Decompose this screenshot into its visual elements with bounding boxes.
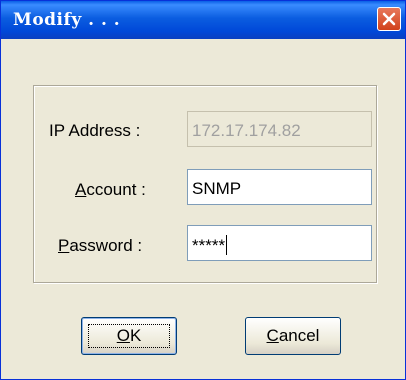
dialog-title: Modify . . . <box>13 10 121 30</box>
text-caret <box>226 235 228 255</box>
ok-button[interactable]: OK <box>81 317 177 355</box>
account-label: Account : <box>75 180 146 200</box>
ip-address-label: IP Address : <box>49 121 141 140</box>
account-value: SNMP <box>192 179 242 198</box>
focus-rectangle <box>88 324 170 348</box>
password-label: Password : <box>58 236 142 256</box>
cancel-label: ancel <box>278 326 320 345</box>
cancel-button[interactable]: Cancel <box>245 317 341 355</box>
password-value: ***** <box>192 236 226 255</box>
close-icon <box>382 12 396 26</box>
password-input[interactable]: ***** <box>187 225 372 261</box>
ip-address-field: 172.17.174.82 <box>187 111 372 147</box>
ip-address-value: 172.17.174.82 <box>192 121 301 140</box>
password-label-text: assword : <box>69 236 143 255</box>
cancel-mnemonic: C <box>266 326 279 345</box>
close-button[interactable] <box>377 7 401 31</box>
password-label-mnemonic: P <box>58 236 70 255</box>
account-label-text: ccount : <box>86 180 146 199</box>
title-bar[interactable]: Modify . . . <box>1 1 405 39</box>
account-label-mnemonic: A <box>75 180 87 199</box>
modify-dialog: Modify . . . IP Address : 172.17.174.82 … <box>0 0 406 380</box>
account-input[interactable]: SNMP <box>187 169 372 205</box>
